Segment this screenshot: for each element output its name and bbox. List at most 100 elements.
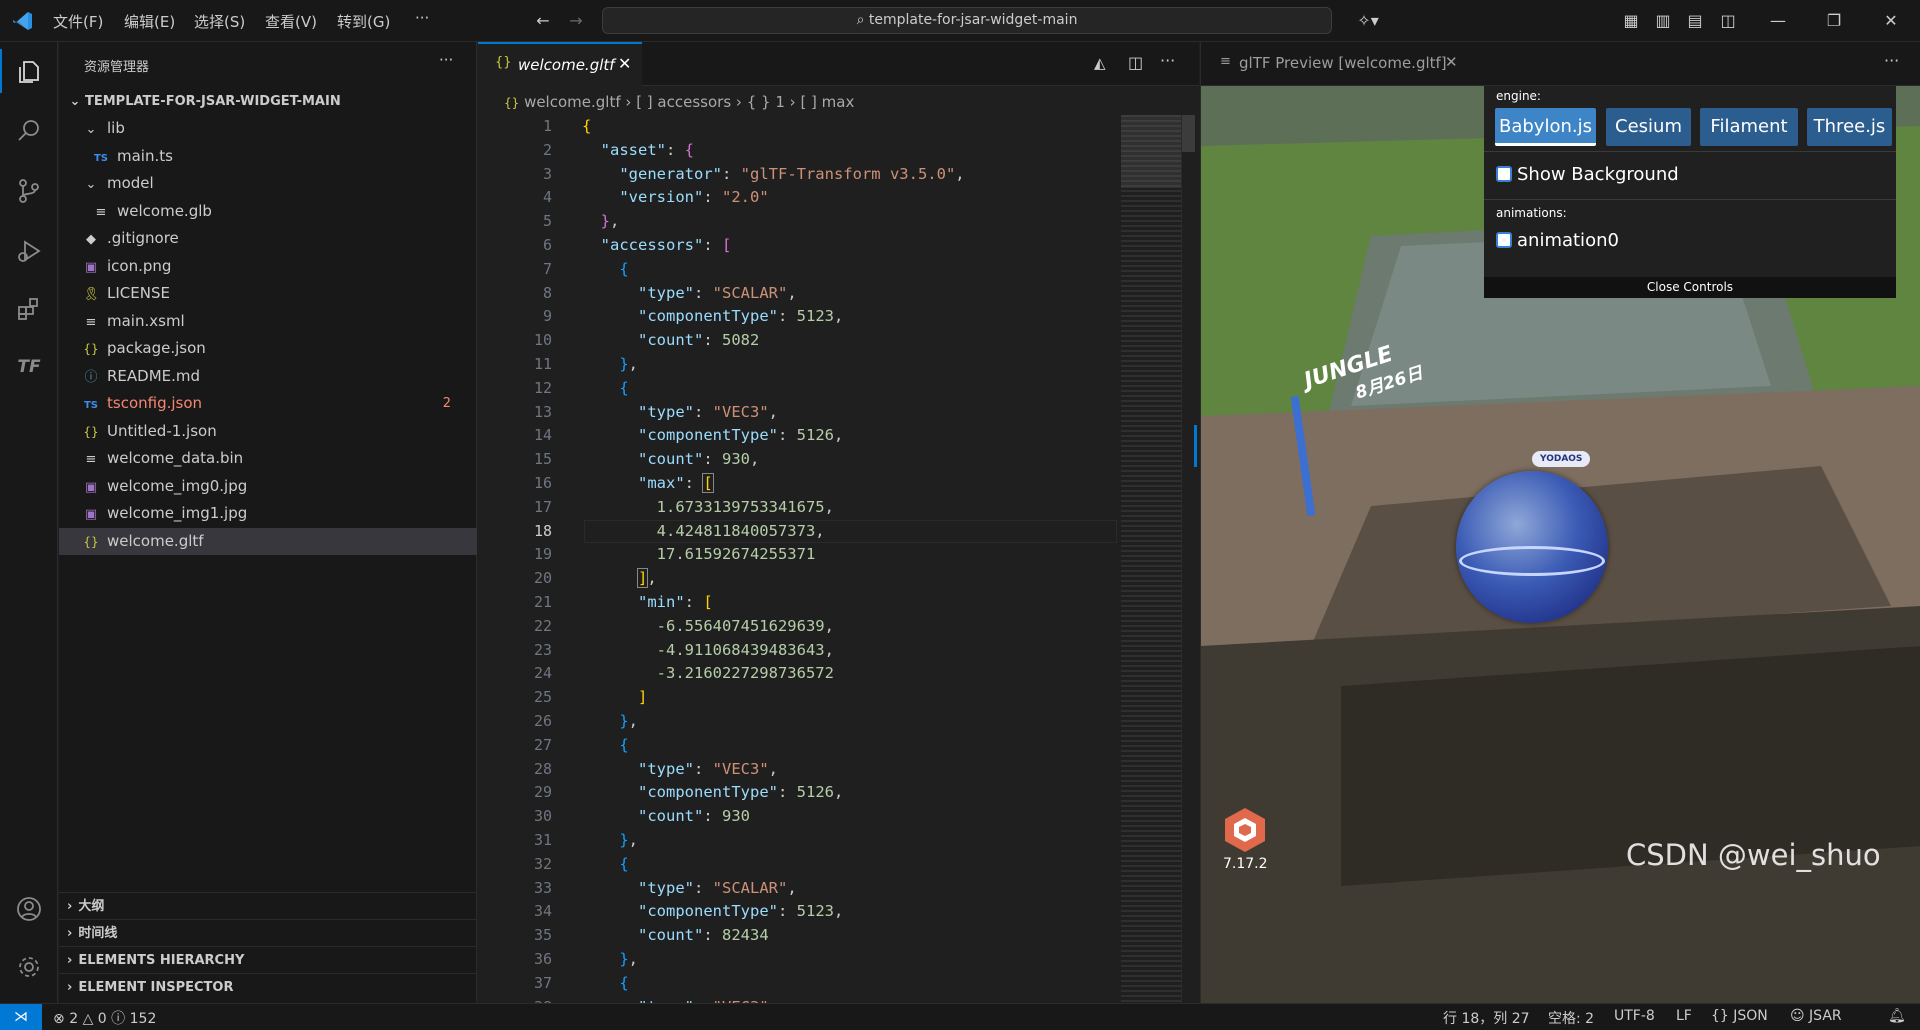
section-element-inspector-label: ELEMENT INSPECTOR (78, 980, 234, 995)
menu-more[interactable]: ··· (415, 9, 429, 27)
engine-filament-button[interactable]: Filament (1700, 108, 1798, 146)
toggle-secondary-sidebar-icon[interactable]: ◫ (1717, 9, 1739, 31)
restore-icon[interactable]: ❐ (1823, 9, 1845, 31)
file-tree-item[interactable]: {} Untitled-1.json (59, 418, 477, 445)
file-tree-item[interactable]: {} package.json (59, 335, 477, 362)
menu-selection[interactable]: 选择(S) (194, 11, 245, 32)
menu-edit[interactable]: 编辑(E) (124, 11, 175, 32)
show-background-checkbox[interactable] (1496, 166, 1512, 182)
file-tree-item[interactable]: ⌄ lib (59, 115, 477, 142)
editor-more-button[interactable]: ··· (1160, 51, 1175, 70)
section-outline[interactable]: › 大纲 (59, 892, 477, 919)
account-icon[interactable] (12, 892, 46, 926)
vertical-scrollbar[interactable] (1181, 115, 1197, 1003)
file-tree-item[interactable]: TS main.ts (59, 143, 477, 170)
section-element-inspector[interactable]: › ELEMENT INSPECTOR (59, 973, 477, 1000)
breadcrumb-accessors[interactable]: [ ] accessors (636, 93, 731, 111)
menu-file[interactable]: 文件(F) (53, 11, 103, 32)
language-mode[interactable]: {} JSON (1711, 1008, 1768, 1024)
line-number: 8 (542, 283, 552, 302)
problems-indicator[interactable]: ⊗ 2 △ 0 ⓘ 152 (53, 1008, 156, 1028)
sidebar-more-button[interactable]: ··· (439, 51, 453, 69)
file-tree-item[interactable]: ▣ welcome_img1.jpg (59, 500, 477, 527)
explorer-icon[interactable] (12, 55, 46, 89)
cursor-position[interactable]: 行 18，列 27 (1443, 1008, 1530, 1028)
command-center-search[interactable]: ⌕ template-for-jsar-widget-main (602, 7, 1332, 34)
file-tree-item-label: welcome_img0.jpg (107, 476, 248, 495)
minimap-slider[interactable] (1121, 115, 1181, 188)
tab-gltf-preview[interactable]: ≡ glTF Preview [welcome.gltf] ✕ (1201, 42, 1467, 86)
file-tree-item[interactable]: {} welcome.gltf (59, 527, 477, 555)
engine-babylonjs-button[interactable]: Babylon.js (1495, 108, 1596, 146)
menu-view[interactable]: 查看(V) (265, 11, 317, 32)
toggle-panel-icon[interactable]: ▤ (1684, 9, 1706, 31)
code-line: 9 "componentType": 5123, (478, 305, 1118, 329)
watermark: CSDN @wei_shuo (1626, 838, 1881, 872)
indentation[interactable]: 空格: 2 (1548, 1008, 1594, 1028)
remote-indicator[interactable]: ⋊ (0, 1004, 42, 1030)
search-icon[interactable] (12, 114, 46, 148)
scrollbar-thumb[interactable] (1182, 115, 1195, 152)
file-tree-item[interactable]: 🎗 LICENSE (59, 280, 477, 307)
close-tab-icon[interactable]: ✕ (1445, 53, 1458, 71)
open-changes-icon[interactable]: ◭ (1094, 54, 1106, 72)
code-line: 1{ (478, 115, 1118, 139)
close-controls-button[interactable]: Close Controls (1484, 277, 1896, 298)
file-tree-item[interactable]: ▣ welcome_img0.jpg (59, 473, 477, 500)
animation0-checkbox[interactable] (1496, 232, 1512, 248)
file-tree-item[interactable]: ◆ .gitignore (59, 225, 477, 252)
jsar-status[interactable]: ☺ JSAR (1790, 1008, 1842, 1024)
copilot-icon[interactable]: ✧▾ (1350, 9, 1386, 31)
language-label: JSON (1733, 1008, 1768, 1024)
breadcrumb-file[interactable]: welcome.gltf (524, 93, 621, 111)
file-tree-item[interactable]: ≡ welcome_data.bin (59, 445, 477, 472)
error-count: 2 (69, 1011, 79, 1027)
settings-gear-icon[interactable] (12, 950, 46, 984)
file-tree-item-label: lib (107, 119, 125, 137)
file-type-icon: 🎗 (83, 287, 100, 302)
code-line: 17 1.6733139753341675, (478, 496, 1118, 520)
section-elements-hierarchy[interactable]: › ELEMENTS HIERARCHY (59, 946, 477, 973)
file-tree-item[interactable]: ▣ icon.png (59, 253, 477, 280)
encoding[interactable]: UTF-8 (1614, 1008, 1655, 1024)
source-control-icon[interactable] (12, 174, 46, 208)
engine-threejs-button[interactable]: Three.js (1807, 108, 1892, 146)
menu-go[interactable]: 转到(G) (337, 11, 390, 32)
divider (1484, 199, 1896, 200)
toggle-sidebar-icon[interactable]: ▥ (1652, 9, 1674, 31)
file-tree-item[interactable]: ≡ main.xsml (59, 308, 477, 335)
back-arrow-icon[interactable]: ← (532, 9, 554, 31)
minimap[interactable] (1121, 115, 1181, 1003)
line-ending[interactable]: LF (1676, 1008, 1692, 1024)
code-text: { (619, 259, 629, 278)
customize-layout-icon[interactable]: ▦ (1620, 9, 1642, 31)
terraform-icon[interactable]: TF (12, 350, 46, 384)
file-tree-item[interactable]: ⓘ README.md (59, 363, 477, 390)
extensions-icon[interactable] (12, 292, 46, 326)
close-window-icon[interactable]: ✕ (1880, 9, 1902, 31)
chevron-right-icon: › (67, 899, 73, 914)
split-editor-icon[interactable]: ◫ (1128, 53, 1143, 72)
minimize-icon[interactable]: — (1767, 9, 1789, 31)
code-area[interactable]: 1{2 "asset": {3 "generator": "glTF-Trans… (478, 115, 1121, 1003)
run-debug-icon[interactable] (12, 234, 46, 268)
workspace-root[interactable]: ⌄ TEMPLATE-FOR-JSAR-WIDGET-MAIN (59, 88, 477, 115)
file-tree-item[interactable]: TS tsconfig.json 2 (59, 390, 477, 417)
preview-tab-label: glTF Preview [welcome.gltf] (1239, 54, 1447, 72)
line-number: 13 (533, 402, 552, 421)
file-tree-item-label: main.ts (117, 146, 173, 165)
section-timeline[interactable]: › 时间线 (59, 919, 477, 946)
breadcrumb-index[interactable]: { } 1 (747, 93, 785, 111)
engine-cesium-button[interactable]: Cesium (1606, 108, 1691, 146)
code-text: "asset": { (600, 140, 695, 159)
preview-more-button[interactable]: ··· (1884, 51, 1899, 70)
file-tree-item[interactable]: ⌄ model (59, 170, 477, 197)
preview-tab-bar: ≡ glTF Preview [welcome.gltf] ✕ ··· (1201, 42, 1920, 86)
notifications-bell-icon[interactable]: 🔔︎ (1888, 1008, 1906, 1024)
breadcrumb-max[interactable]: [ ] max (800, 93, 854, 111)
close-tab-icon[interactable]: ✕ (618, 54, 631, 73)
forward-arrow-icon[interactable]: → (565, 9, 587, 31)
file-type-icon: TS (93, 152, 109, 164)
tab-welcome-gltf[interactable]: {} welcome.gltf ✕ (478, 42, 642, 86)
file-tree-item[interactable]: ≡ welcome.glb (59, 198, 477, 225)
